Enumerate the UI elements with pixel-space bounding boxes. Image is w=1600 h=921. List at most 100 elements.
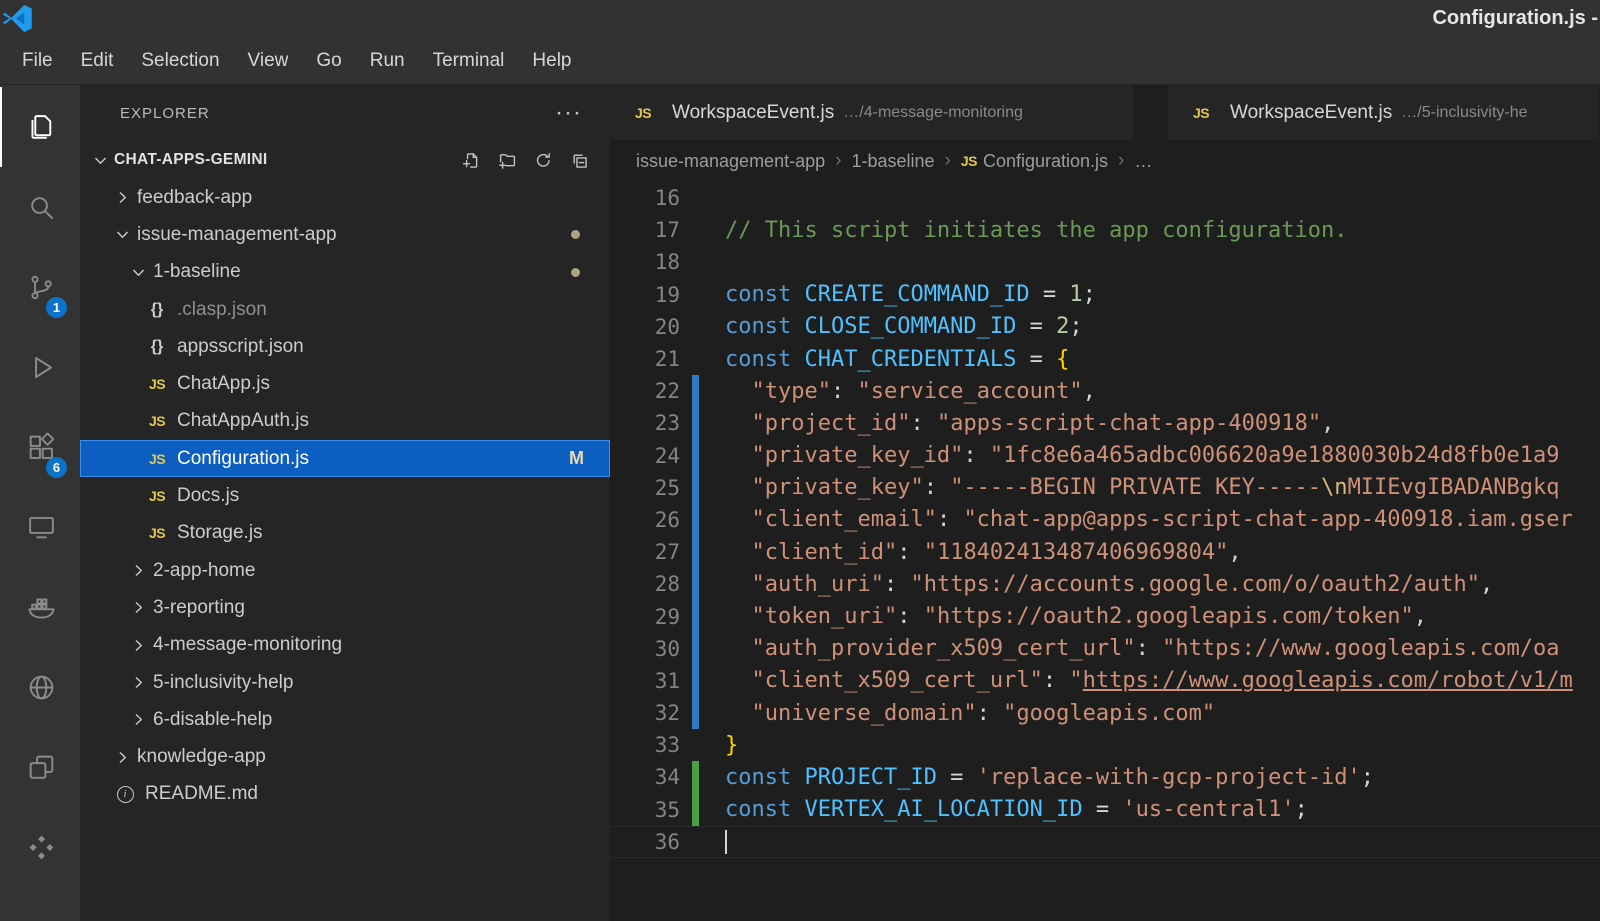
code-text[interactable]: "private_key": "-----BEGIN PRIVATE KEY--… [699,475,1600,500]
gutter [692,343,699,375]
js-file-icon: JS [144,451,170,467]
chevron-right-icon [128,562,149,579]
code-text[interactable]: "client_id": "118402413487406969804", [699,540,1600,565]
line-number: 36 [610,830,680,854]
collapse-all-icon[interactable] [571,152,588,169]
menu-item-run[interactable]: Run [356,38,419,84]
extensions-icon[interactable]: 6 [0,407,80,487]
workspace-section-header[interactable]: CHAT-APPS-GEMINI [80,141,610,179]
modified-dot-icon [571,230,580,239]
docker-icon[interactable] [0,567,80,647]
code-text[interactable]: "project_id": "apps-script-chat-app-4009… [699,411,1600,436]
tree-item-label: issue-management-app [137,224,337,246]
tree-item-chatapp-js[interactable]: JSChatApp.js [80,365,610,402]
menu-item-go[interactable]: Go [302,38,355,84]
tree-item-docs-js[interactable]: JSDocs.js [80,477,610,514]
menu-item-view[interactable]: View [234,38,303,84]
menu-item-selection[interactable]: Selection [127,38,233,84]
code-line-24: 24 "private_key_id": "1fc8e6a465adbc0066… [610,440,1600,472]
code-text[interactable]: "token_uri": "https://oauth2.googleapis.… [699,604,1600,629]
code-line-32: 32 "universe_domain": "googleapis.com" [610,697,1600,729]
tree-item-chatappauth-js[interactable]: JSChatAppAuth.js [80,403,610,440]
tree-item-storage-js[interactable]: JSStorage.js [80,515,610,552]
editor-tab-workspaceevent-js-2[interactable]: JSWorkspaceEvent.js…/5-inclusivity-he [1168,85,1600,140]
code-text[interactable]: "private_key_id": "1fc8e6a465adbc006620a… [699,443,1600,468]
gutter-modified-indicator [692,665,699,697]
tree-item-4-message-monitoring[interactable]: 4-message-monitoring [80,627,610,664]
new-file-icon[interactable] [463,152,480,169]
code-text[interactable]: const CHAT_CREDENTIALS = { [699,347,1600,372]
tree-item-1-baseline[interactable]: 1-baseline [80,254,610,291]
code-text[interactable]: const CREATE_COMMAND_ID = 1; [699,282,1600,307]
tree-item-label: 4-message-monitoring [153,634,342,656]
code-text[interactable]: "auth_provider_x509_cert_url": "https://… [699,636,1600,661]
tree-item-label: .clasp.json [177,299,267,321]
gutter [692,311,699,343]
code-text[interactable]: "client_email": "chat-app@apps-script-ch… [699,507,1600,532]
breadcrumb-item-configuration-js[interactable]: JSConfiguration.js [961,151,1108,172]
gemini-icon[interactable] [0,807,80,887]
code-text[interactable]: const CLOSE_COMMAND_ID = 2; [699,314,1600,339]
remote-explorer-icon[interactable] [0,487,80,567]
refresh-icon[interactable] [535,152,552,169]
gutter-modified-indicator [692,440,699,472]
tree-item-5-inclusivity-help[interactable]: 5-inclusivity-help [80,664,610,701]
code-text[interactable] [699,829,1600,854]
tree-item-configuration-js[interactable]: JSConfiguration.jsM [80,440,610,477]
tree-item-appsscript-json[interactable]: {}appsscript.json [80,328,610,365]
line-number: 35 [610,798,680,822]
tab-filename: WorkspaceEvent.js [672,102,834,124]
tree-item-label: knowledge-app [137,746,266,768]
code-text[interactable]: "type": "service_account", [699,379,1600,404]
menu-item-help[interactable]: Help [518,38,585,84]
breadcrumb-item-issue-management-app[interactable]: issue-management-app [636,151,825,172]
code-editor[interactable]: 1617// This script initiates the app con… [610,182,1600,921]
editor-tab-workspaceevent-js-1[interactable]: JSWorkspaceEvent.js…/4-message-monitorin… [610,85,1134,140]
tree-item-6-disable-help[interactable]: 6-disable-help [80,701,610,738]
code-text[interactable]: const VERTEX_AI_LOCATION_ID = 'us-centra… [699,797,1600,822]
breadcrumb: issue-management-app›1-baseline›JSConfig… [610,140,1600,182]
chevron-right-icon [128,674,149,691]
tree-item-knowledge-app[interactable]: knowledge-app [80,738,610,775]
code-text[interactable]: "universe_domain": "googleapis.com" [699,701,1600,726]
search-icon[interactable] [0,167,80,247]
line-number: 21 [610,347,680,371]
tree-item-label: appsscript.json [177,336,304,358]
extensions-badge: 6 [46,457,67,478]
code-text[interactable]: "auth_uri": "https://accounts.google.com… [699,572,1600,597]
code-text[interactable]: "client_x509_cert_url": "https://www.goo… [699,668,1600,693]
breadcrumb-separator: › [1118,150,1124,172]
explorer-icon[interactable] [0,87,80,167]
source-control-icon[interactable]: 1 [0,247,80,327]
new-folder-icon[interactable] [499,152,516,169]
gutter-modified-indicator [692,472,699,504]
tree-item-feedback-app[interactable]: feedback-app [80,179,610,216]
tree-item-2-app-home[interactable]: 2-app-home [80,552,610,589]
line-number: 19 [610,283,680,307]
gutter-modified-indicator [692,600,699,632]
code-text[interactable]: const PROJECT_ID = 'replace-with-gcp-pro… [699,765,1600,790]
tree-item-3-reporting[interactable]: 3-reporting [80,589,610,626]
tree-item-issue-management-app[interactable]: issue-management-app [80,216,610,253]
github-icon[interactable] [0,647,80,727]
menu-item-edit[interactable]: Edit [67,38,128,84]
code-line-34: 34const PROJECT_ID = 'replace-with-gcp-p… [610,761,1600,793]
js-file-icon: JS [1188,105,1214,121]
code-text[interactable]: } [699,733,1600,758]
tree-item-label: ChatAppAuth.js [177,410,309,432]
line-number: 27 [610,540,680,564]
line-number: 25 [610,476,680,500]
breadcrumb-item-[interactable]: … [1134,151,1152,172]
tree-item-clasp-json[interactable]: {}.clasp.json [80,291,610,328]
menu-item-terminal[interactable]: Terminal [419,38,519,84]
code-text[interactable]: // This script initiates the app configu… [699,218,1600,243]
tree-item-readme-md[interactable]: iREADME.md [80,776,610,813]
chevron-right-icon [128,599,149,616]
title-bar: Configuration.js - [0,0,1600,38]
tree-item-label: feedback-app [137,187,252,209]
menu-item-file[interactable]: File [8,38,67,84]
references-icon[interactable] [0,727,80,807]
run-and-debug-icon[interactable] [0,327,80,407]
breadcrumb-item-1-baseline[interactable]: 1-baseline [851,151,934,172]
more-actions-icon[interactable]: ··· [555,108,582,118]
